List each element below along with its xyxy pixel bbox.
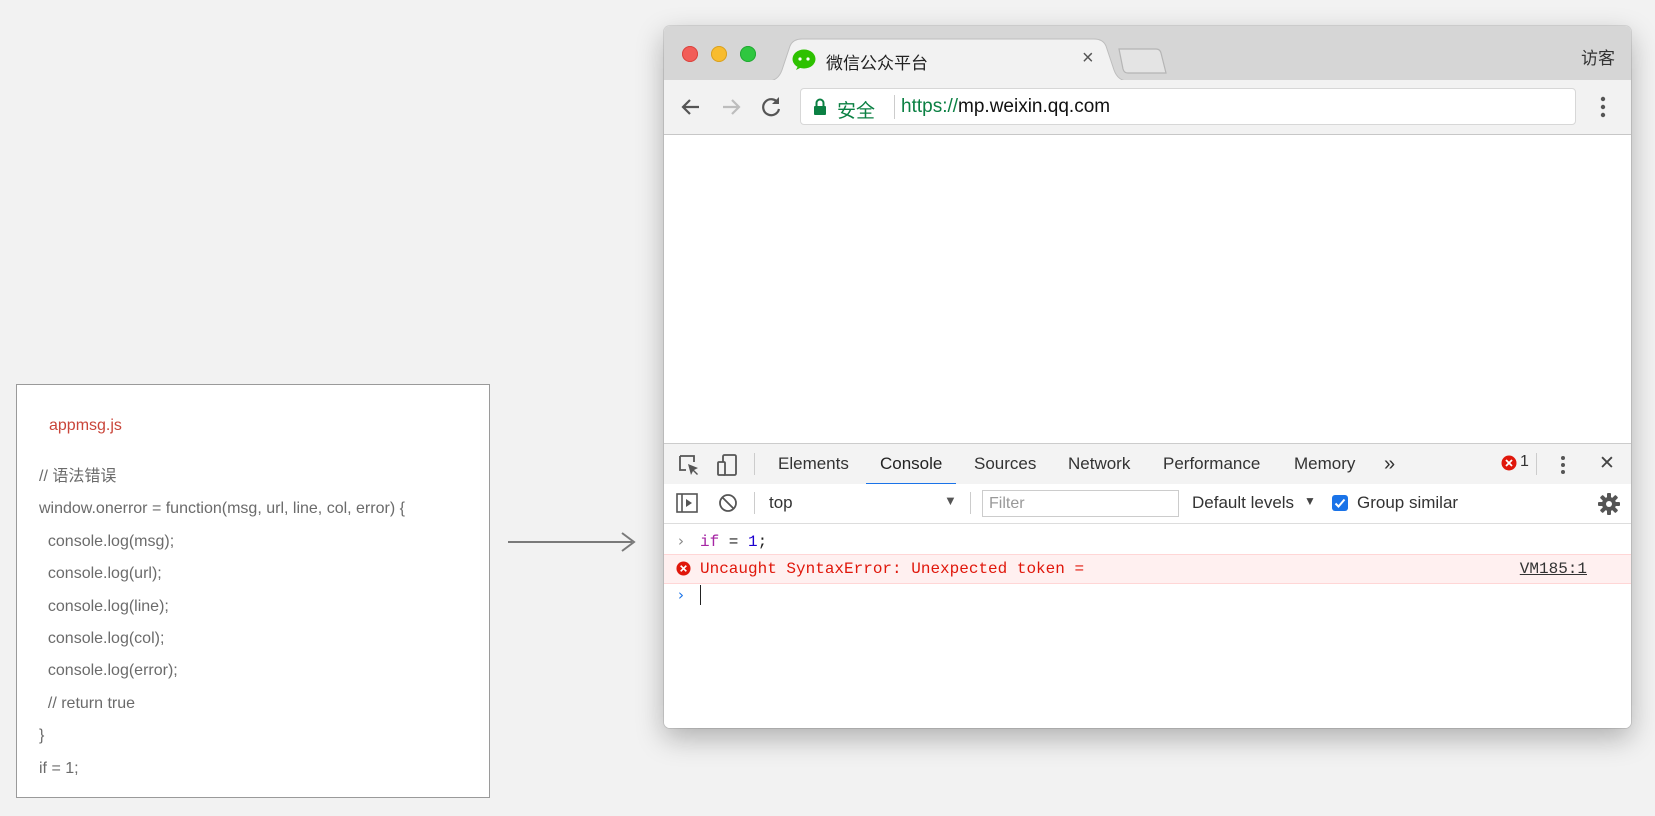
device-toolbar-icon[interactable] xyxy=(716,454,738,476)
code-number: 1 xyxy=(748,533,758,551)
tab-sources[interactable]: Sources xyxy=(974,444,1036,484)
tab-performance[interactable]: Performance xyxy=(1163,444,1260,484)
prompt-chevron-icon: › xyxy=(678,586,684,604)
lock-icon xyxy=(814,98,826,115)
code-line: // return true xyxy=(39,694,136,712)
error-badge-icon[interactable] xyxy=(1501,455,1517,471)
back-arrow-icon[interactable] xyxy=(678,94,704,120)
console-output[interactable]: › if = 1; Uncaught SyntaxError: Unexpect… xyxy=(664,524,1631,728)
devtools-tab-bar: Elements Console Sources Network Perform… xyxy=(664,443,1631,485)
minimize-window-button[interactable] xyxy=(711,46,727,62)
code-card: appmsg.js // 语法错误 window.onerror = funct… xyxy=(16,384,490,798)
url-text[interactable]: https://mp.weixin.qq.com xyxy=(901,96,1110,118)
filter-input[interactable] xyxy=(982,490,1179,517)
url-host: mp.weixin.qq.com xyxy=(958,96,1111,117)
tab-network[interactable]: Network xyxy=(1068,444,1130,484)
browser-window: 微信公众平台 × 访客 安全 https://mp.weixin.qq.com xyxy=(664,26,1631,728)
tab-memory[interactable]: Memory xyxy=(1294,444,1355,484)
more-tabs-button[interactable]: » xyxy=(1384,444,1395,484)
toolbar-divider xyxy=(754,492,755,514)
close-window-button[interactable] xyxy=(682,46,698,62)
tab-strip: 微信公众平台 × 访客 xyxy=(664,26,1631,82)
toolbar-divider xyxy=(1536,453,1537,475)
code-line: console.log(msg); xyxy=(39,532,175,550)
sidebar-toggle-icon[interactable] xyxy=(676,493,698,513)
url-scheme: https:// xyxy=(901,96,959,117)
close-devtools-icon[interactable]: ✕ xyxy=(1599,444,1615,484)
code-line: console.log(col); xyxy=(39,629,165,647)
levels-dropdown-icon[interactable]: ▼ xyxy=(1304,494,1316,508)
gear-icon[interactable] xyxy=(1598,493,1620,515)
address-divider xyxy=(894,95,895,119)
secure-label: 安全 xyxy=(837,101,876,122)
log-levels-dropdown[interactable]: Default levels xyxy=(1192,493,1294,513)
code-line: window.onerror = function(msg, url, line… xyxy=(39,500,405,518)
inspect-element-icon[interactable] xyxy=(678,454,700,476)
code-line: } xyxy=(39,727,45,745)
page-viewport xyxy=(664,135,1631,443)
code-line: // 语法错误 xyxy=(39,468,117,485)
tab-console[interactable]: Console xyxy=(865,444,957,485)
tab-elements[interactable]: Elements xyxy=(778,444,849,484)
tab-title: 微信公众平台 xyxy=(826,54,928,73)
console-toolbar: top ▼ Default levels ▼ Group similar xyxy=(664,484,1631,524)
forward-arrow-icon[interactable] xyxy=(718,94,744,120)
error-message: Uncaught SyntaxError: Unexpected token = xyxy=(700,560,1085,578)
profile-label[interactable]: 访客 xyxy=(1581,44,1615,69)
code-filename: appmsg.js xyxy=(49,417,122,434)
error-icon xyxy=(676,561,691,576)
code-operator: = xyxy=(719,533,749,551)
console-prompt-row[interactable]: › xyxy=(664,582,1631,608)
code-keyword: if xyxy=(700,533,720,551)
wechat-icon xyxy=(792,49,816,70)
code-terminator: ; xyxy=(757,533,768,551)
code-line: console.log(error); xyxy=(39,662,178,680)
arrow-right-icon xyxy=(508,532,636,552)
new-tab-button[interactable] xyxy=(1118,48,1168,74)
console-input-row: › if = 1; xyxy=(664,528,1631,554)
checkmark-icon xyxy=(1334,498,1346,508)
code-line: if = 1; xyxy=(39,759,79,777)
toolbar-divider xyxy=(754,453,755,475)
toolbar-divider xyxy=(970,492,971,514)
zoom-window-button[interactable] xyxy=(740,46,756,62)
console-error-row: Uncaught SyntaxError: Unexpected token =… xyxy=(664,554,1631,584)
reload-icon[interactable] xyxy=(758,94,784,120)
address-bar[interactable]: 安全 https://mp.weixin.qq.com xyxy=(800,88,1576,125)
devtools-menu-icon[interactable] xyxy=(1559,454,1567,476)
context-selector[interactable]: top xyxy=(769,493,793,513)
error-source-link[interactable]: VM185:1 xyxy=(1520,560,1587,578)
input-chevron-icon: › xyxy=(678,532,684,550)
console-input-code: if = 1; xyxy=(700,533,767,551)
group-similar-checkbox[interactable] xyxy=(1332,495,1348,511)
code-line: console.log(line); xyxy=(39,597,169,615)
error-count[interactable]: 1 xyxy=(1520,453,1529,471)
text-cursor xyxy=(700,585,701,605)
code-line: console.log(url); xyxy=(39,565,162,583)
code-block: // 语法错误 window.onerror = function(msg, u… xyxy=(39,461,405,785)
group-similar-label[interactable]: Group similar xyxy=(1357,493,1458,513)
browser-tab[interactable] xyxy=(768,38,1128,82)
browser-toolbar: 安全 https://mp.weixin.qq.com xyxy=(664,80,1631,135)
clear-console-icon[interactable] xyxy=(718,493,738,513)
browser-menu-icon[interactable] xyxy=(1599,95,1607,119)
tab-close-icon[interactable]: × xyxy=(1082,47,1094,69)
context-dropdown-icon[interactable]: ▼ xyxy=(944,493,957,508)
